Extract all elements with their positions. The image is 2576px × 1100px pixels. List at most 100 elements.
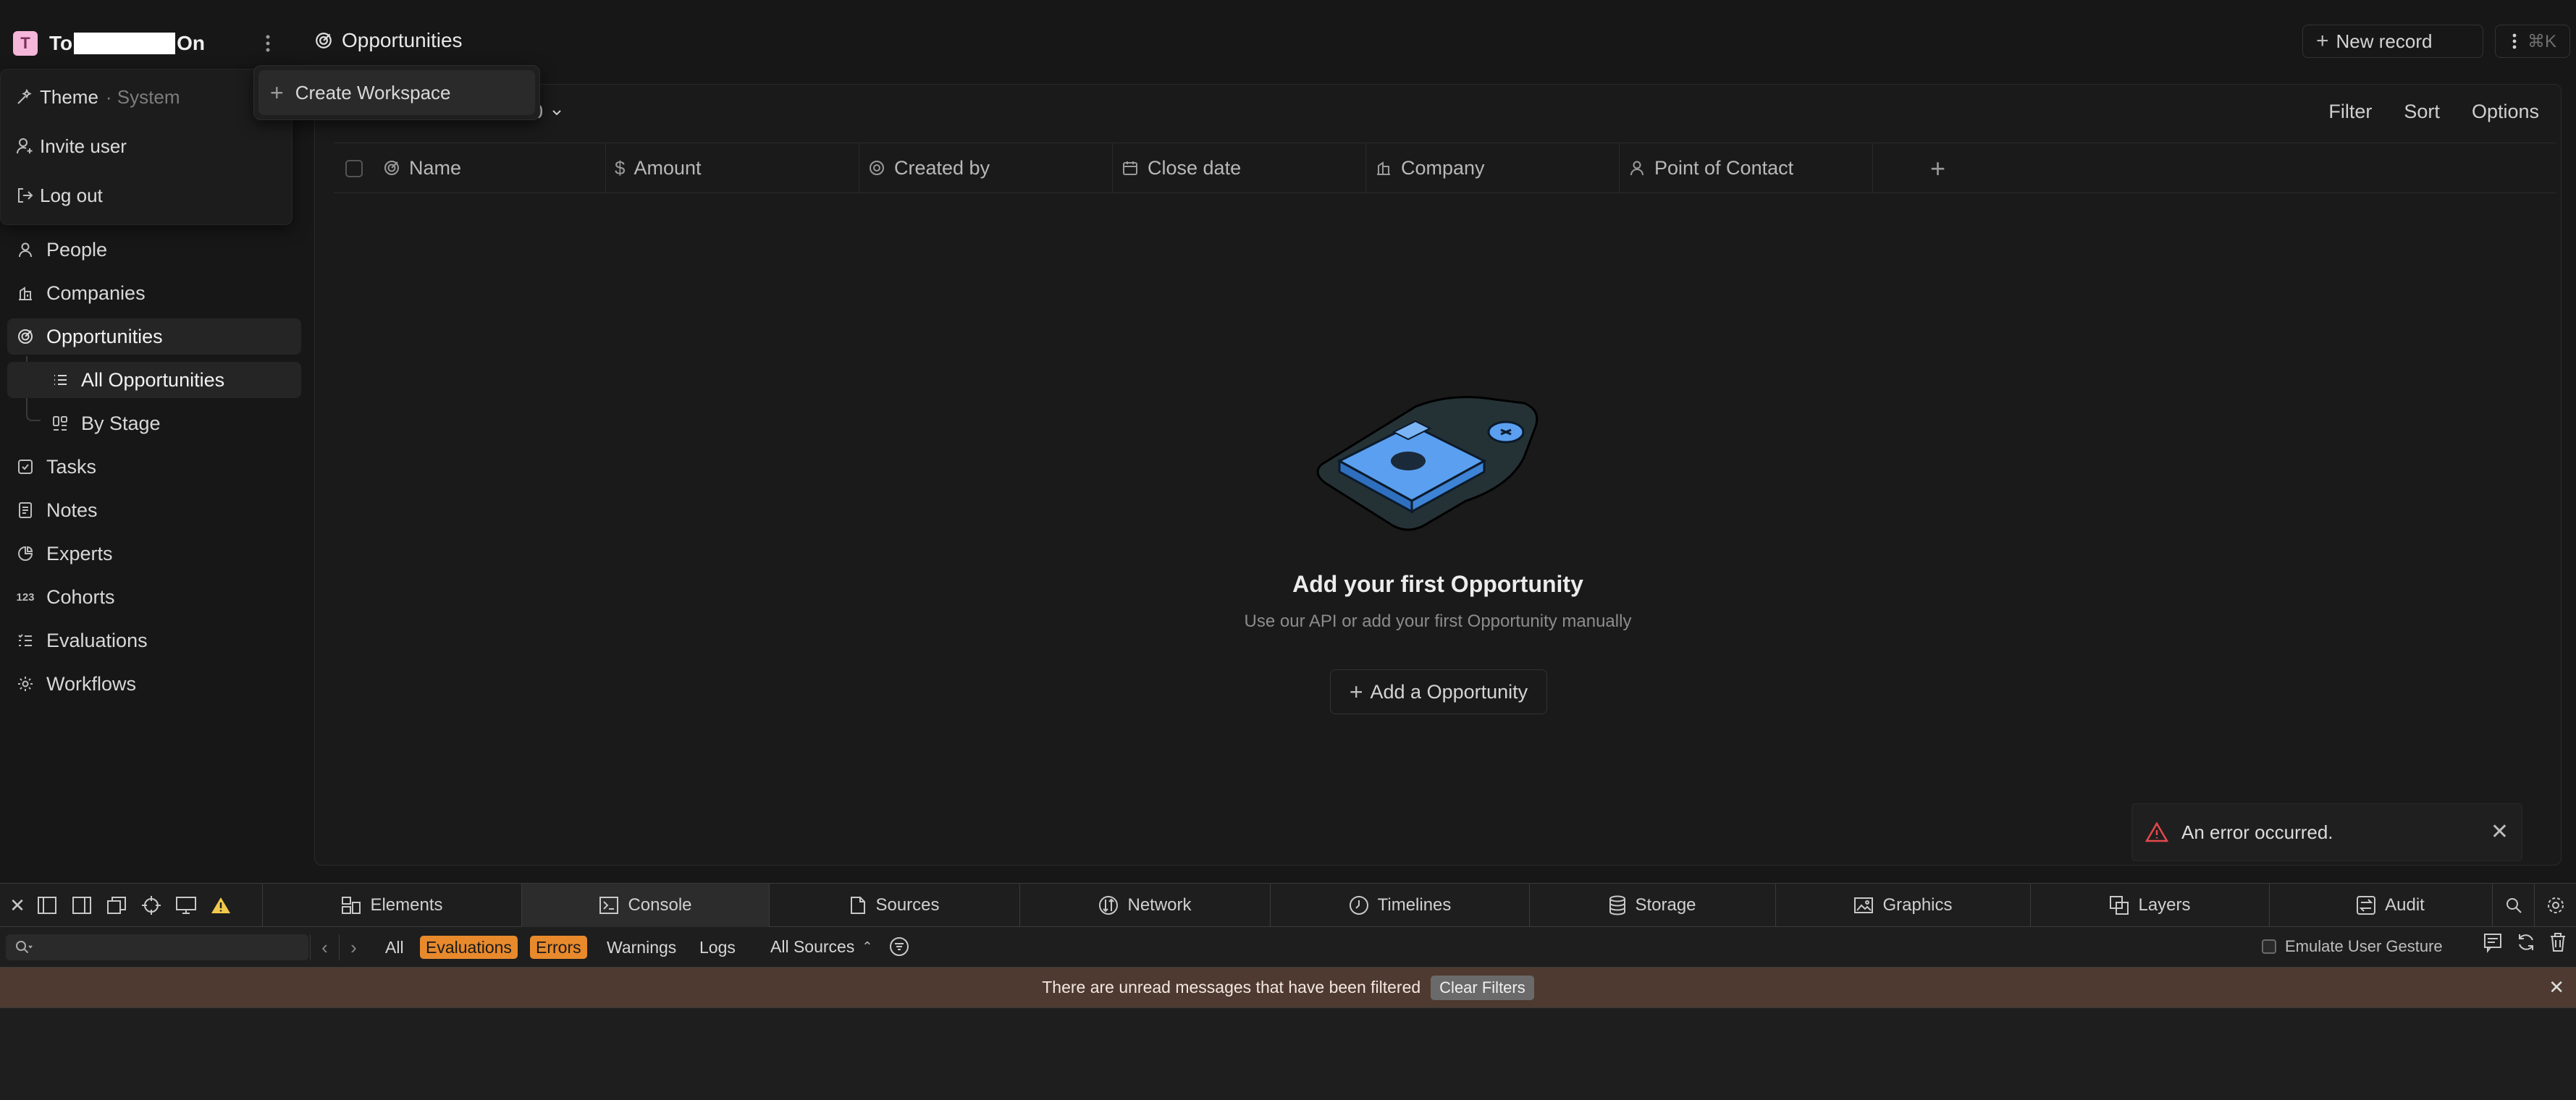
sidebar-item-opportunities[interactable]: Opportunities [7,318,301,355]
workspace-more-icon[interactable] [256,32,279,55]
view-actions: Filter Sort Options [2328,101,2539,123]
sidebar-item-all-opportunities[interactable]: All Opportunities [7,362,301,398]
column-point-of-contact[interactable]: Point of Contact [1620,143,1873,192]
dock-right-icon[interactable] [68,892,96,919]
tab-timelines[interactable]: Timelines [1270,884,1529,927]
invite-user-menu-item[interactable]: Invite user [8,124,286,168]
warning-icon[interactable] [207,892,235,919]
sidebar-item-workflows[interactable]: Workflows [7,666,301,702]
column-company[interactable]: Company [1366,143,1620,192]
options-button[interactable]: Options [2472,101,2539,123]
sidebar-item-label: People [46,238,108,261]
clear-log-icon[interactable] [2548,931,2567,953]
sidebar-item-label: Opportunities [46,325,163,347]
close-icon[interactable]: ✕ [2491,821,2509,843]
close-icon[interactable]: ✕ [2548,978,2564,997]
tab-network[interactable]: Network [1019,884,1270,927]
detach-window-icon[interactable] [103,892,130,919]
logout-menu-item[interactable]: Log out [8,174,286,217]
sidebar-item-label: Notes [46,499,98,521]
elements-icon [341,896,361,915]
sidebar-item-by-stage[interactable]: By Stage [7,405,301,441]
filter-warnings[interactable]: Warnings [601,936,682,959]
page-title-text: Opportunities [342,29,463,51]
checkbox-box [2262,939,2276,954]
column-created-by[interactable]: Created by [859,143,1113,192]
column-label: Created by [894,156,990,179]
clear-filters-button[interactable]: Clear Filters [1431,975,1534,1000]
filter-logs[interactable]: Logs [694,936,741,959]
tab-sources[interactable]: Sources [769,884,1019,927]
filter-evaluations[interactable]: Evaluations [420,936,518,959]
devtools-panel: ✕ Elements Console Sources Network Timel… [0,883,2576,1100]
tab-label: Elements [370,895,443,915]
devtools-right-controls [2492,884,2576,927]
error-toast: An error occurred. ✕ [2131,803,2522,861]
sidebar-item-people[interactable]: People [7,232,301,268]
sidebar-item-notes[interactable]: Notes [7,492,301,528]
console-filter-bar: ‹ › All Evaluations Errors Warnings Logs… [0,927,2576,968]
device-icon[interactable] [172,892,200,919]
empty-state-subtitle: Use our API or add your first Opportunit… [1244,612,1632,631]
column-close-date[interactable]: Close date [1113,143,1366,192]
filter-all[interactable]: All [379,936,410,959]
tab-audit[interactable]: Audit [2269,884,2511,927]
toast-message: An error occurred. [2181,821,2333,843]
dock-left-icon[interactable] [33,892,61,919]
close-icon[interactable]: ✕ [9,892,26,919]
main-panel: 0 Filter Sort Options Name $ Amount Crea… [314,84,2562,866]
tab-graphics[interactable]: Graphics [1775,884,2030,927]
tab-console[interactable]: Console [521,884,769,927]
new-record-button[interactable]: + New record [2302,25,2483,58]
search-icon[interactable] [2492,884,2534,927]
shortcut-label: ⌘K [2527,31,2557,51]
sidebar-item-label: Experts [46,542,113,564]
settings-gear-icon[interactable] [2534,884,2576,927]
theme-label: Theme [40,85,98,108]
next-result-icon[interactable]: › [339,934,368,960]
crosshair-icon[interactable] [138,892,165,919]
plus-icon: + [1349,678,1363,705]
building-icon [1375,159,1392,177]
tab-layers[interactable]: Layers [2030,884,2269,927]
sidebar-item-label: Cohorts [46,585,115,608]
checkbox-icon [14,458,36,475]
workspace-name-suffix: On [177,32,206,54]
filter-circle-icon[interactable] [888,936,910,957]
add-opportunity-button[interactable]: + Add a Opportunity [1330,669,1547,714]
app-window: T To On Theme · System Invite user Log o… [0,0,2576,883]
updown-chevron-icon: ⌃ [862,939,873,954]
sidebar-item-cohorts[interactable]: 123 Cohorts [7,579,301,615]
command-menu-button[interactable]: ⌘K [2495,25,2570,58]
sidebar-item-experts[interactable]: Experts [7,536,301,572]
image-icon [1853,897,1874,914]
console-right-icons [2482,931,2576,953]
filter-errors[interactable]: Errors [530,936,587,959]
plus-icon: + [2316,29,2329,53]
column-amount[interactable]: $ Amount [606,143,859,192]
console-search-input[interactable] [6,934,308,960]
workspace-header[interactable]: T To On [4,20,291,67]
previous-result-icon[interactable]: ‹ [310,934,339,960]
logout-icon [15,186,40,205]
emulate-user-gesture-checkbox[interactable]: Emulate User Gesture [2262,937,2443,956]
tab-storage[interactable]: Storage [1529,884,1775,927]
create-workspace-menu-item[interactable]: + Create Workspace [258,70,535,115]
tab-elements[interactable]: Elements [262,884,521,927]
tab-label: Console [628,895,692,915]
sidebar-item-tasks[interactable]: Tasks [7,449,301,485]
select-all-checkbox[interactable] [345,160,363,177]
sidebar-item-evaluations[interactable]: Evaluations [7,622,301,659]
invite-user-label: Invite user [40,135,127,157]
column-name[interactable]: Name [374,143,606,192]
sort-button[interactable]: Sort [2404,101,2440,123]
sources-select[interactable]: All Sources ⌃ [770,936,910,957]
add-column-icon[interactable]: + [1930,153,1945,184]
preserve-log-icon[interactable] [2482,931,2504,953]
theme-menu-item[interactable]: Theme · System [8,75,286,119]
reload-icon[interactable] [2515,931,2537,953]
filter-button[interactable]: Filter [2328,101,2372,123]
table-header: Name $ Amount Created by Close date Comp… [334,143,2556,193]
sidebar-item-companies[interactable]: Companies [7,275,301,311]
plus-icon: + [270,80,284,106]
